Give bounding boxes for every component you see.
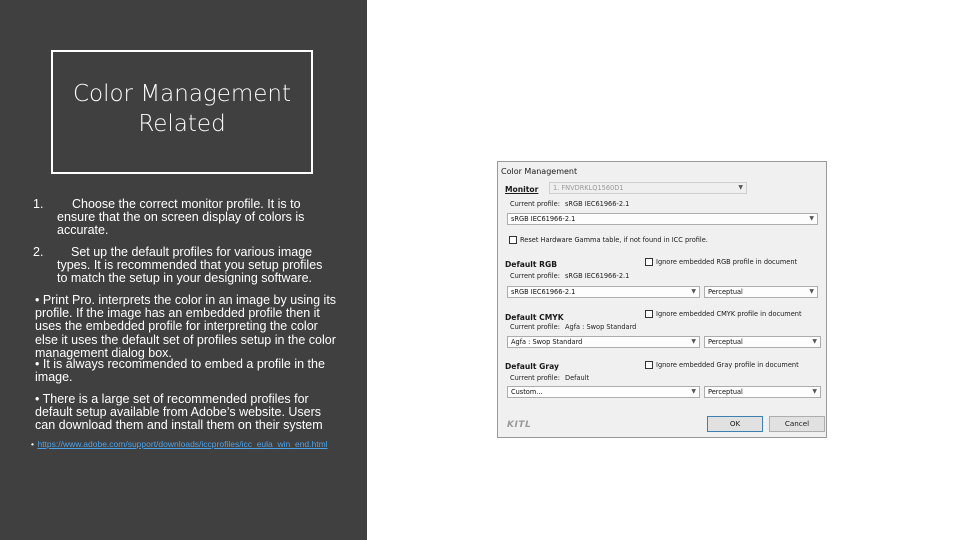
monitor-current-label: Current profile:: [510, 200, 560, 208]
rgb-profile-value: sRGB IEC61966-2.1: [511, 288, 576, 296]
ignore-cmyk-label: Ignore embedded CMYK profile in document: [656, 310, 802, 318]
gray-intent-value: Perceptual: [708, 388, 743, 396]
rgb-current-value: sRGB IEC61966-2.1: [565, 272, 630, 280]
chevron-down-icon: ▼: [738, 184, 743, 191]
color-management-dialog: Color Management Monitor 1. FNVDRKLQ1560…: [497, 161, 827, 438]
gray-section-label: Default Gray: [505, 362, 559, 371]
adobe-profiles-link[interactable]: https://www.adobe.com/support/downloads/…: [37, 439, 327, 449]
gray-current-value: Default: [565, 374, 590, 382]
ignore-cmyk-checkbox[interactable]: [645, 310, 653, 318]
ok-button[interactable]: OK: [707, 416, 763, 432]
chevron-down-icon: ▼: [809, 288, 814, 295]
item-number: 1.: [33, 197, 44, 211]
item-text: Set up the default profiles for various …: [57, 245, 323, 286]
monitor-current-value: sRGB IEC61966-2.1: [565, 200, 630, 208]
slide-title: Color Management Related: [72, 81, 292, 137]
monitor-profile-select[interactable]: sRGB IEC61966-2.1 ▼: [507, 213, 818, 225]
dialog-title: Color Management: [501, 167, 578, 176]
chevron-down-icon: ▼: [812, 338, 817, 345]
reset-gamma-label: Reset Hardware Gamma table, if not found…: [520, 236, 708, 244]
chevron-down-icon: ▼: [691, 288, 696, 295]
cmyk-current-label: Current profile:: [510, 323, 560, 331]
monitor-select[interactable]: 1. FNVDRKLQ1560D1 ▼: [549, 182, 747, 194]
monitor-section-label: Monitor: [505, 185, 539, 194]
bullet-item-1: • Print Pro. interprets the color in an …: [35, 293, 337, 360]
bullet-item-2: • It is always recommended to embed a pr…: [35, 357, 325, 385]
cmyk-intent-value: Perceptual: [708, 338, 743, 346]
monitor-profile-value: sRGB IEC61966-2.1: [511, 215, 576, 223]
gray-profile-select[interactable]: Custom... ▼: [507, 386, 700, 398]
gray-profile-value: Custom...: [511, 388, 543, 396]
gray-intent-select[interactable]: Perceptual ▼: [704, 386, 821, 398]
chevron-down-icon: ▼: [809, 215, 814, 222]
rgb-intent-select[interactable]: Perceptual ▼: [704, 286, 818, 298]
gray-current-label: Current profile:: [510, 374, 560, 382]
item-text: Choose the correct monitor profile. It i…: [57, 197, 305, 238]
numbered-item-2: 2. Set up the default profiles for vario…: [33, 245, 333, 286]
reset-gamma-checkbox[interactable]: [509, 236, 517, 244]
monitor-select-value: 1. FNVDRKLQ1560D1: [553, 184, 624, 192]
chevron-down-icon: ▼: [812, 388, 817, 395]
cmyk-profile-select[interactable]: Agfa : Swop Standard ▼: [507, 336, 700, 348]
cancel-button[interactable]: Cancel: [769, 416, 825, 432]
item-number: 2.: [33, 245, 44, 259]
cmyk-intent-select[interactable]: Perceptual ▼: [704, 336, 821, 348]
kitl-logo: KITL: [507, 420, 532, 430]
ignore-gray-label: Ignore embedded Gray profile in document: [656, 361, 799, 369]
cmyk-current-value: Agfa : Swop Standard: [565, 323, 637, 331]
bullet-item-3: • There is a large set of recommended pr…: [35, 392, 323, 433]
link-bullet: •: [31, 439, 34, 449]
rgb-current-label: Current profile:: [510, 272, 560, 280]
link-item: • https://www.adobe.com/support/download…: [31, 438, 351, 449]
rgb-section-label: Default RGB: [505, 260, 558, 269]
ignore-gray-checkbox[interactable]: [645, 361, 653, 369]
rgb-intent-value: Perceptual: [708, 288, 743, 296]
cmyk-section-label: Default CMYK: [505, 313, 564, 322]
cmyk-profile-value: Agfa : Swop Standard: [511, 338, 583, 346]
numbered-item-1: 1. Choose the correct monitor profile. I…: [33, 197, 333, 238]
chevron-down-icon: ▼: [691, 388, 696, 395]
rgb-profile-select[interactable]: sRGB IEC61966-2.1 ▼: [507, 286, 700, 298]
chevron-down-icon: ▼: [691, 338, 696, 345]
ignore-rgb-label: Ignore embedded RGB profile in document: [656, 258, 798, 266]
title-box: Color Management Related: [51, 50, 313, 174]
ignore-rgb-checkbox[interactable]: [645, 258, 653, 266]
slide-text-panel: Color Management Related 1. Choose the c…: [0, 0, 367, 540]
